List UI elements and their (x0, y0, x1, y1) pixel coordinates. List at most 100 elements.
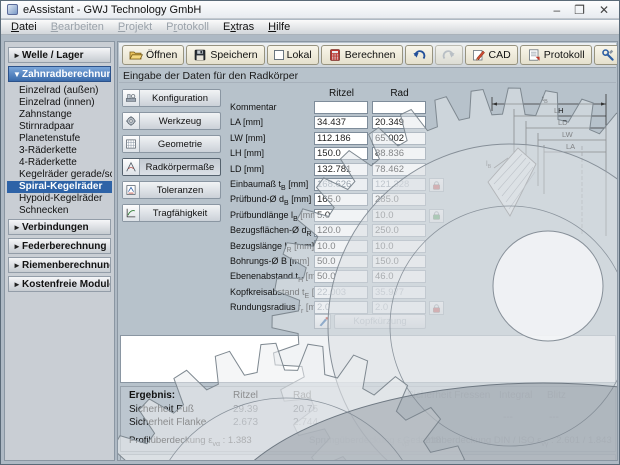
sidebar-nav: ►Welle / Lager ▼Zahnradberechnung Einzelra… (4, 41, 115, 461)
input-ritzel-row-9[interactable] (314, 240, 368, 253)
form-label-0: Kommentar (230, 101, 277, 114)
menu-bearbeiten: Bearbeiten (44, 20, 111, 35)
sidebar-item-kegelr-der-gerade-schr-g[interactable]: Kegelräder gerade/schräg (7, 169, 112, 181)
toolbar-button-label: Speichern (210, 49, 257, 61)
sidebar-item-stirnradpaar[interactable]: Stirnradpaar (7, 121, 112, 133)
result-label-0: Sicherheit Fuß (129, 404, 194, 415)
kopfkuerzung-button[interactable]: Kopfkürzung (334, 314, 426, 329)
lock-red-button-row-13[interactable] (429, 301, 444, 315)
lokal-checkbox[interactable] (274, 50, 284, 60)
input-ritzel-row-7[interactable] (314, 209, 368, 222)
form-label-11: Ebenenabstand tH [mm] (230, 270, 326, 287)
panel-button-tragf-higkeit[interactable]: Tragfähigkeit (122, 204, 221, 222)
input-ritzel-row-10[interactable] (314, 255, 368, 268)
input-rad-row-4[interactable] (372, 163, 426, 176)
form-label-5: Einbaumaß tB [mm] (230, 178, 308, 195)
panel-button-konfiguration[interactable]: Konfiguration (122, 89, 221, 107)
input-ritzel-row-13 (314, 301, 368, 314)
input-ritzel-row-0[interactable] (314, 101, 368, 114)
sidebar-item-schnecken[interactable]: Schnecken (7, 205, 112, 217)
input-ritzel-row-4[interactable] (314, 163, 368, 176)
toolbar-button-label: Lokal (287, 49, 312, 61)
panel-button-toleranzen[interactable]: Toleranzen (122, 181, 221, 199)
maximize-button[interactable]: ❐ (574, 2, 585, 18)
section-title: Eingabe der Daten für den Radkörper (119, 69, 616, 83)
cad-button[interactable]: CAD (465, 45, 518, 65)
nav-group-zahnradberechnung[interactable]: ▼Zahnradberechnung (8, 66, 111, 82)
sidebar-item-planetenstufe[interactable]: Planetenstufe (7, 133, 112, 145)
berechnen-button[interactable]: Berechnen (321, 45, 403, 65)
einstellungen-button[interactable]: Einstellungen (594, 45, 618, 65)
results-panel: Ergebnis: Ritzel Rad Sicherheit Fressen … (120, 386, 616, 452)
sidebar-item-spiral-kegelr-der[interactable]: Spiral-Kegelräder (7, 181, 112, 193)
nav-group-federberechnung[interactable]: ►Federberechnung (8, 238, 111, 254)
lokal-button[interactable]: Lokal (267, 45, 319, 65)
menu-projekt: Projekt (111, 20, 159, 35)
undo-icon (412, 48, 426, 62)
protokoll-button[interactable]: Protokoll (520, 45, 592, 65)
input-rad-row-3[interactable] (372, 147, 426, 160)
wheel-body-icon (125, 161, 137, 173)
sidebar-item-hypoid-kegelr-der[interactable]: Hypoid-Kegelräder (7, 193, 112, 205)
input-ritzel-row-5 (314, 178, 368, 191)
input-ritzel-row-8[interactable] (314, 224, 368, 237)
-ffnen-button[interactable]: Öffnen (122, 45, 184, 65)
kopfkuerzung-icon-button[interactable] (314, 314, 331, 329)
result-ritzel-1: 2.673 (233, 417, 258, 428)
input-rad-row-8[interactable] (372, 224, 426, 237)
sidebar-item-3-r-derkette[interactable]: 3-Räderkette (7, 145, 112, 157)
lock-green-button-row-7[interactable] (429, 209, 444, 223)
input-ritzel-row-6[interactable] (314, 193, 368, 206)
window-title: eAssistant - GWJ Technology GmbH (23, 4, 201, 16)
sidebar-item-einzelrad-au-en-[interactable]: Einzelrad (außen) (7, 85, 112, 97)
app-window: eAssistant - GWJ Technology GmbH – ❐ ✕ D… (0, 0, 620, 465)
chevron-icon: ► (13, 239, 22, 254)
svg-text:tB: tB (542, 94, 548, 105)
tolerances-icon-box (123, 182, 140, 198)
input-rad-row-7[interactable] (372, 209, 426, 222)
sidebar-item-einzelrad-innen-[interactable]: Einzelrad (innen) (7, 97, 112, 109)
input-ritzel-row-3[interactable] (314, 147, 368, 160)
close-button[interactable]: ✕ (599, 2, 609, 18)
input-rad-row-1[interactable] (372, 116, 426, 129)
lock-red-icon (431, 303, 442, 314)
integral-value: --- (503, 412, 513, 423)
form-label-9: Bezugslänge lR [mm] (230, 240, 314, 257)
input-ritzel-row-1[interactable] (314, 116, 368, 129)
lock-red-button-row-5[interactable] (429, 178, 444, 192)
speichern-button[interactable]: Speichern (186, 45, 264, 65)
svg-text:LD: LD (558, 118, 568, 127)
chevron-icon: ► (13, 258, 22, 273)
nav-group-verbindungen[interactable]: ►Verbindungen (8, 219, 111, 235)
tool-icon-box (123, 113, 140, 129)
menu-hilfe[interactable]: Hilfe (261, 20, 297, 35)
panel-button-werkzeug[interactable]: Werkzeug (122, 112, 221, 130)
toolbar-button-label: Öffnen (146, 49, 177, 61)
undo-button[interactable] (405, 45, 433, 65)
input-rad-row-9[interactable] (372, 240, 426, 253)
input-rad-row-6[interactable] (372, 193, 426, 206)
panel-button-geometrie[interactable]: Geometrie (122, 135, 221, 153)
nav-group-kostenfreie-module[interactable]: ►Kostenfreie Module (8, 276, 111, 292)
panel-button-radk-rperma-e[interactable]: Radkörpermaße (122, 158, 221, 176)
panel-button-label: Toleranzen (140, 185, 220, 196)
sidebar-item-4-r-derkette[interactable]: 4-Räderkette (7, 157, 112, 169)
menu-extras[interactable]: Extras (216, 20, 261, 35)
input-rad-row-11[interactable] (372, 270, 426, 283)
menu-protokoll: Protokoll (159, 20, 216, 35)
app-icon (7, 4, 18, 15)
input-rad-row-0[interactable] (372, 101, 426, 114)
nav-group-welle-lager[interactable]: ►Welle / Lager (8, 47, 111, 63)
nav-group-riemenberechnung[interactable]: ►Riemenberechnung (8, 257, 111, 273)
input-ritzel-row-11[interactable] (314, 270, 368, 283)
title-bar: eAssistant - GWJ Technology GmbH – ❐ ✕ (1, 1, 619, 19)
input-rad-row-2[interactable] (372, 132, 426, 145)
geometry-icon-box (123, 136, 140, 152)
result-rad-0: 20.75 (293, 404, 318, 415)
svg-text:LH: LH (554, 106, 564, 115)
menu-datei[interactable]: Datei (4, 20, 44, 35)
input-rad-row-10[interactable] (372, 255, 426, 268)
input-ritzel-row-2[interactable] (314, 132, 368, 145)
sidebar-item-zahnstange[interactable]: Zahnstange (7, 109, 112, 121)
minimize-button[interactable]: – (553, 2, 560, 18)
